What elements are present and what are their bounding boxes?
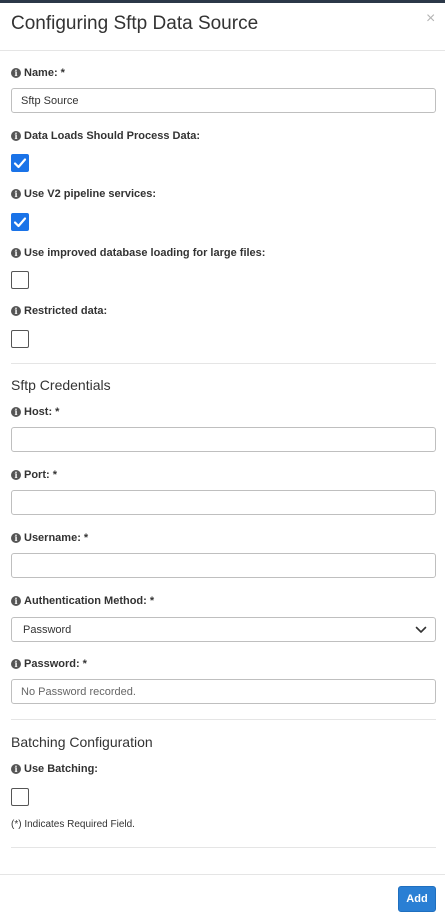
process-data-label: i Data Loads Should Process Data: — [11, 129, 200, 143]
username-input[interactable] — [11, 553, 436, 578]
sftp-credentials-title: Sftp Credentials — [11, 377, 111, 393]
use-batching-checkbox[interactable] — [11, 788, 29, 806]
info-icon: i — [11, 248, 21, 258]
section-divider — [11, 363, 436, 364]
improved-loading-checkbox[interactable] — [11, 271, 29, 289]
info-icon: i — [11, 470, 21, 480]
header-divider — [0, 50, 445, 51]
section-divider — [11, 847, 436, 848]
info-icon: i — [11, 533, 21, 543]
port-label: i Port: * — [11, 468, 57, 482]
name-input[interactable]: Sftp Source — [11, 88, 436, 113]
use-batching-label: i Use Batching: — [11, 762, 98, 776]
v2-pipeline-checkbox[interactable] — [11, 213, 29, 231]
info-icon: i — [11, 306, 21, 316]
auth-method-label: i Authentication Method: * — [11, 594, 154, 608]
info-icon: i — [11, 764, 21, 774]
host-label: i Host: * — [11, 405, 59, 419]
add-button[interactable]: Add — [398, 886, 436, 912]
info-icon: i — [11, 189, 21, 199]
auth-method-select[interactable]: Password — [11, 617, 436, 642]
checkmark-icon — [13, 158, 27, 169]
username-label: i Username: * — [11, 531, 88, 545]
checkmark-icon — [13, 217, 27, 228]
restricted-data-label: i Restricted data: — [11, 304, 107, 318]
close-icon[interactable]: × — [426, 11, 435, 27]
process-data-checkbox[interactable] — [11, 154, 29, 172]
port-input[interactable] — [11, 490, 436, 515]
auth-method-selected: Password — [23, 623, 72, 636]
window-top-strip — [0, 0, 445, 3]
batching-config-title: Batching Configuration — [11, 734, 153, 750]
info-icon: i — [11, 596, 21, 606]
info-icon: i — [11, 68, 21, 78]
password-input[interactable]: No Password recorded. — [11, 679, 436, 704]
modal-title: Configuring Sftp Data Source — [11, 13, 259, 34]
required-field-note: (*) Indicates Required Field. — [11, 819, 135, 830]
host-input[interactable] — [11, 427, 436, 452]
v2-pipeline-label: i Use V2 pipeline services: — [11, 187, 156, 201]
password-label: i Password: * — [11, 657, 87, 671]
info-icon: i — [11, 659, 21, 669]
footer-divider — [0, 874, 445, 875]
chevron-down-icon — [415, 626, 427, 633]
section-divider — [11, 719, 436, 720]
info-icon: i — [11, 407, 21, 417]
restricted-data-checkbox[interactable] — [11, 330, 29, 348]
improved-loading-label: i Use improved database loading for larg… — [11, 246, 265, 260]
info-icon: i — [11, 131, 21, 141]
name-label: i Name: * — [11, 66, 65, 80]
